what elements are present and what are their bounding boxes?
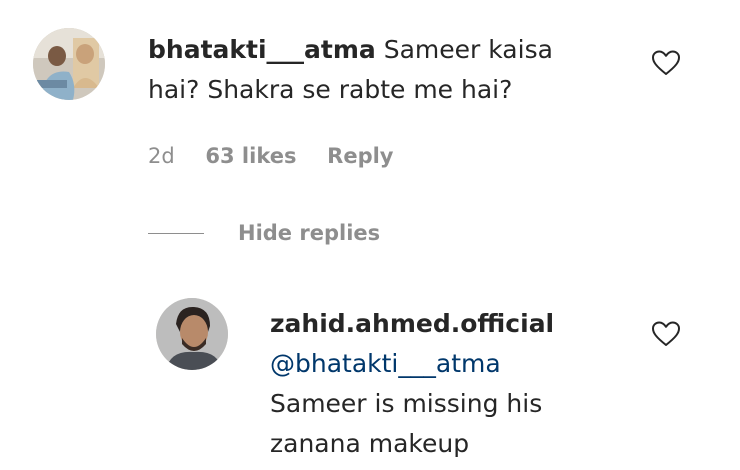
comment-time[interactable]: 2d [148, 144, 175, 168]
hide-replies-toggle[interactable]: Hide replies [148, 218, 380, 248]
reply-mention[interactable]: @bhatakti___atma [270, 349, 501, 378]
reply-avatar-image [156, 298, 228, 370]
divider-line [148, 232, 204, 234]
reply-body: zahid.ahmed.official @bhatakti___atma Sa… [270, 304, 650, 464]
comment-text-line2: hai? Shakra se rabte me hai? [148, 75, 513, 104]
comment-body: bhatakti___atma Sameer kaisa hai? Shakra… [148, 30, 668, 110]
reply-text-line1: Sameer is missing his [270, 389, 543, 418]
comment-meta: 2d 63 likes Reply [148, 144, 394, 168]
reply-username[interactable]: zahid.ahmed.official [270, 309, 554, 338]
reply-text-line2: zanana makeup [270, 429, 470, 458]
reply-button[interactable]: Reply [327, 144, 393, 168]
heart-outline-icon[interactable] [651, 49, 681, 77]
comment-likes[interactable]: 63 likes [205, 144, 296, 168]
comment-text-line1: Sameer kaisa [383, 35, 553, 64]
reply-avatar[interactable] [156, 298, 228, 370]
avatar[interactable] [33, 28, 105, 100]
heart-outline-icon[interactable] [651, 320, 681, 348]
comment-username[interactable]: bhatakti___atma [148, 35, 376, 64]
hide-replies-label[interactable]: Hide replies [238, 221, 380, 245]
avatar-image [33, 28, 105, 100]
